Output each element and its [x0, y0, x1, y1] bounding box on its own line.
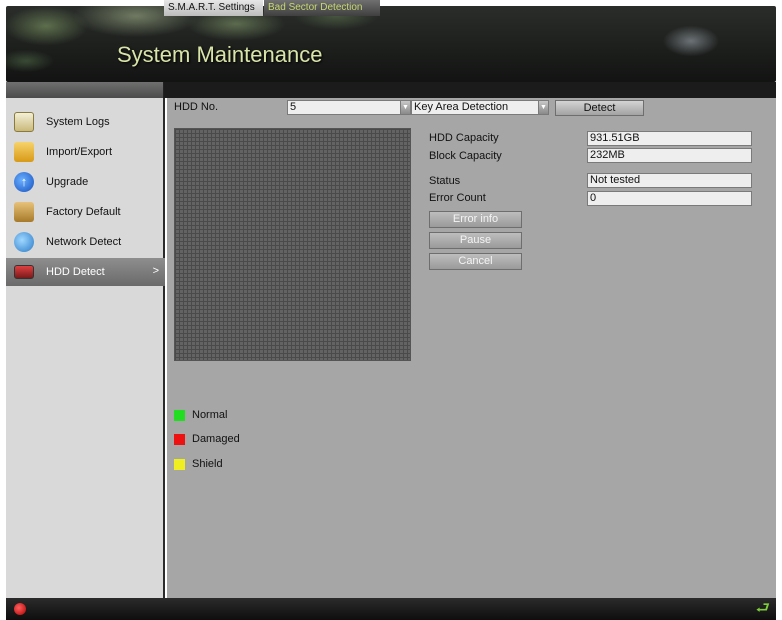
legend-label: Normal: [192, 409, 228, 421]
back-arrow-icon[interactable]: ⮐: [756, 601, 770, 617]
hdd-no-label: HDD No.: [174, 101, 219, 113]
app-window: System Maintenance S.M.A.R.T. Settings B…: [0, 0, 782, 620]
sidebar-item-upgrade[interactable]: ↑ Upgrade: [6, 168, 165, 196]
sidebar-item-label: Network Detect: [46, 236, 122, 248]
block-capacity-value: 232MB: [587, 148, 752, 163]
tab-smart-settings[interactable]: S.M.A.R.T. Settings: [164, 0, 263, 16]
globe-icon: [14, 232, 34, 252]
hdd-capacity-value: 931.51GB: [587, 131, 752, 146]
system-logs-icon: [14, 112, 34, 132]
damaged-swatch: [174, 433, 185, 445]
legend-shield: Shield: [174, 458, 223, 470]
upgrade-arrow-icon: ↑: [14, 172, 34, 192]
main-panel: HDD No. 5 ▼ Key Area Detection ▼ Detect …: [167, 98, 776, 598]
tab-bar: [6, 82, 776, 98]
hdd-no-select[interactable]: 5: [287, 100, 401, 115]
page-title: System Maintenance: [117, 42, 323, 67]
sidebar-item-network-detect[interactable]: Network Detect: [6, 228, 165, 256]
sidebar-item-import-export[interactable]: Import/Export: [6, 138, 165, 166]
block-capacity-label: Block Capacity: [429, 150, 502, 162]
box-icon: [14, 202, 34, 222]
hdd-capacity-label: HDD Capacity: [429, 132, 499, 144]
legend-label: Damaged: [192, 433, 240, 445]
shield-swatch: [174, 458, 185, 470]
glow-decoration: [646, 16, 736, 66]
error-count-value: 0: [587, 191, 752, 206]
sidebar-item-factory-default[interactable]: Factory Default: [6, 198, 165, 226]
header-banner: System Maintenance: [6, 6, 776, 82]
status-value: Not tested: [587, 173, 752, 188]
sidebar-item-label: Upgrade: [46, 176, 89, 188]
legend-damaged: Damaged: [174, 433, 240, 445]
power-icon[interactable]: [14, 603, 26, 615]
detect-toolbar: HDD No. 5 ▼ Key Area Detection ▼ Detect: [167, 100, 776, 116]
detection-mode-select[interactable]: Key Area Detection: [411, 100, 539, 115]
chevron-down-icon[interactable]: ▼: [538, 100, 549, 115]
sidebar: System Logs Import/Export ↑ Upgrade Fact…: [6, 98, 165, 598]
pause-button[interactable]: Pause: [429, 232, 522, 249]
sidebar-item-label: Factory Default: [46, 206, 121, 218]
error-count-label: Error Count: [429, 192, 486, 204]
folder-icon: [14, 142, 34, 162]
error-info-button[interactable]: Error info: [429, 211, 522, 228]
sidebar-header: [6, 82, 164, 98]
chevron-right-icon: >: [152, 265, 159, 277]
hdd-icon: [14, 265, 34, 279]
sidebar-item-hdd-detect[interactable]: HDD Detect >: [6, 258, 165, 286]
detect-button[interactable]: Detect: [555, 100, 644, 116]
bottom-bar: ⮐: [6, 598, 776, 620]
sector-map-grid: [174, 128, 411, 361]
legend-normal: Normal: [174, 409, 227, 421]
normal-swatch: [174, 409, 185, 421]
cancel-button[interactable]: Cancel: [429, 253, 522, 270]
tab-bad-sector-detection[interactable]: Bad Sector Detection: [264, 0, 380, 16]
sidebar-item-system-logs[interactable]: System Logs: [6, 108, 165, 136]
legend-label: Shield: [192, 458, 223, 470]
chevron-down-icon[interactable]: ▼: [400, 100, 411, 115]
status-label: Status: [429, 175, 461, 187]
sidebar-item-label: Import/Export: [46, 146, 113, 158]
sidebar-item-label: System Logs: [46, 116, 110, 128]
sidebar-item-label: HDD Detect: [46, 266, 105, 278]
